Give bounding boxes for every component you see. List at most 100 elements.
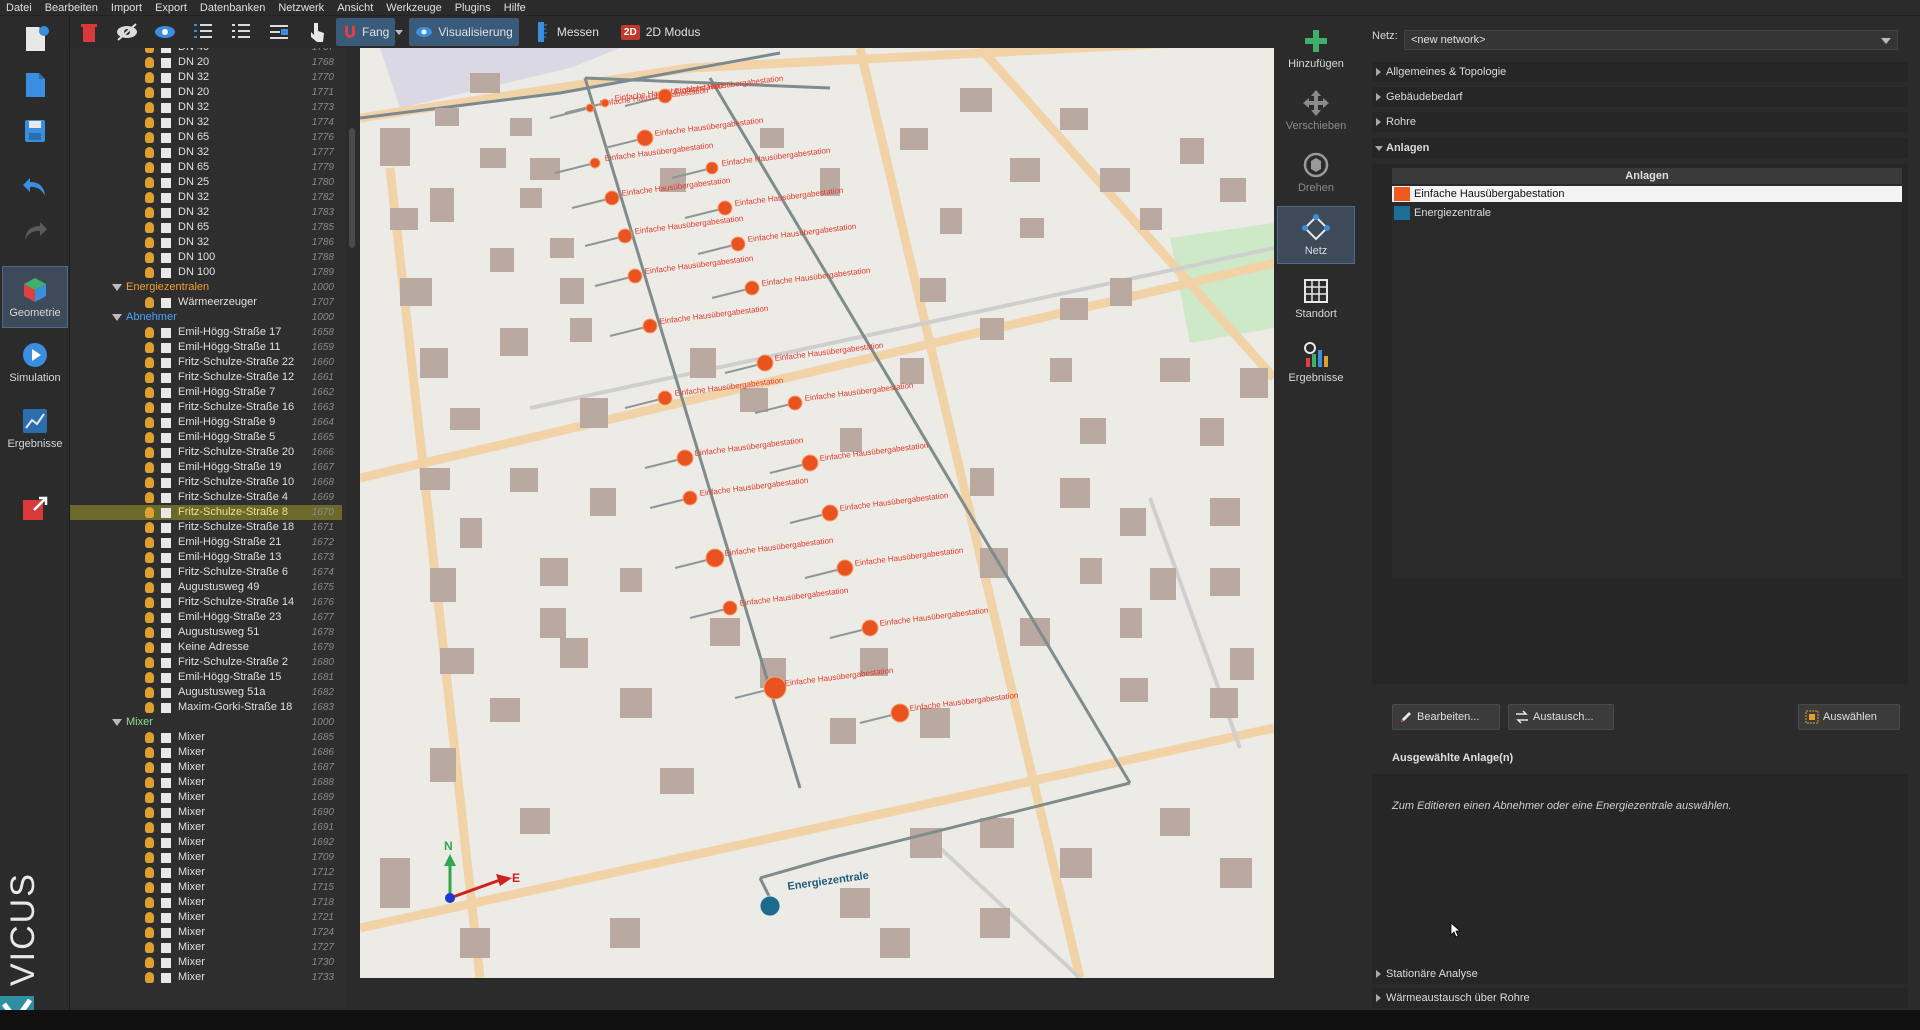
lightbulb-icon[interactable] (145, 552, 154, 563)
lightbulb-icon[interactable] (145, 522, 154, 533)
visibility-checkbox[interactable] (161, 793, 171, 803)
snap-toggle[interactable]: Fang (336, 18, 396, 46)
visibility-checkbox[interactable] (161, 733, 171, 743)
visibility-checkbox[interactable] (161, 508, 171, 518)
map-viewport[interactable]: Einfache Hausübergabestation Einfache Hau… (360, 48, 1274, 978)
tree-item[interactable]: Mixer 1721 (70, 910, 342, 925)
station-marker[interactable] (705, 548, 725, 568)
lightbulb-icon[interactable] (145, 402, 154, 413)
menu-item[interactable]: Netzwerk (278, 0, 324, 15)
station-marker[interactable] (787, 395, 803, 411)
tree-item[interactable]: Mixer 1686 (70, 745, 342, 760)
tree-item[interactable]: Augustusweg 51 1678 (70, 625, 342, 640)
lightbulb-icon[interactable] (145, 747, 154, 758)
visibility-checkbox[interactable] (161, 448, 171, 458)
lightbulb-icon[interactable] (145, 792, 154, 803)
visibility-checkbox[interactable] (161, 568, 171, 578)
tree-item[interactable]: Emil-Högg-Straße 11 1659 (70, 340, 342, 355)
station-marker[interactable] (657, 88, 673, 104)
visibility-checkbox[interactable] (161, 943, 171, 953)
network-tree[interactable]: DN 40 1767 DN 20 1768 DN 32 1770 DN 20 1771 DN 3… (70, 48, 346, 1008)
location-button[interactable]: Standort (1277, 270, 1355, 328)
lightbulb-icon[interactable] (145, 432, 154, 443)
tree-item[interactable]: Mixer 1687 (70, 760, 342, 775)
visibility-checkbox[interactable] (161, 613, 171, 623)
tree-item[interactable]: Fritz-Schulze-Straße 8 1670 (70, 505, 342, 520)
station-marker[interactable] (636, 129, 654, 147)
tree-item[interactable]: Mixer 1718 (70, 895, 342, 910)
lightbulb-icon[interactable] (145, 687, 154, 698)
visibility-checkbox[interactable] (161, 358, 171, 368)
lightbulb-icon[interactable] (145, 642, 154, 653)
network-button[interactable]: Netz (1277, 206, 1355, 264)
simulation-button[interactable]: Simulation (2, 332, 68, 394)
select-all-icon[interactable] (191, 20, 215, 44)
measure-button[interactable]: Messen (529, 18, 605, 46)
lightbulb-icon[interactable] (145, 207, 154, 218)
rotate-button[interactable]: Drehen (1277, 144, 1355, 202)
visibility-checkbox[interactable] (161, 838, 171, 848)
visibility-checkbox[interactable] (161, 48, 171, 53)
lightbulb-icon[interactable] (145, 972, 154, 983)
visibility-checkbox[interactable] (161, 883, 171, 893)
lightbulb-icon[interactable] (145, 597, 154, 608)
tree-item[interactable]: Keine Adresse 1679 (70, 640, 342, 655)
tree-item[interactable]: Mixer 1690 (70, 805, 342, 820)
lightbulb-icon[interactable] (145, 147, 154, 158)
new-file-icon[interactable] (20, 24, 50, 54)
visibility-checkbox[interactable] (161, 538, 171, 548)
section-plants[interactable]: Anlagen (1372, 138, 1908, 158)
tree-item[interactable]: Emil-Högg-Straße 19 1667 (70, 460, 342, 475)
lightbulb-icon[interactable] (145, 912, 154, 923)
lightbulb-icon[interactable] (145, 252, 154, 263)
hide-icon[interactable] (115, 20, 139, 44)
lightbulb-icon[interactable] (145, 132, 154, 143)
exchange-button[interactable]: Austausch... (1508, 704, 1614, 730)
tree-item[interactable]: Emil-Högg-Straße 23 1677 (70, 610, 342, 625)
network-select[interactable]: <new network> (1404, 30, 1898, 50)
visibility-checkbox[interactable] (161, 373, 171, 383)
add-button[interactable]: Hinzufügen (1277, 20, 1355, 78)
tree-item[interactable]: Fritz-Schulze-Straße 16 1663 (70, 400, 342, 415)
tree-item[interactable]: Fritz-Schulze-Straße 2 1680 (70, 655, 342, 670)
station-marker[interactable] (705, 161, 719, 175)
tree-item[interactable]: DN 20 1768 (70, 55, 342, 70)
lightbulb-icon[interactable] (145, 297, 154, 308)
lightbulb-icon[interactable] (145, 612, 154, 623)
menu-item[interactable]: Werkzeuge (386, 0, 441, 15)
tree-item[interactable]: Augustusweg 51a 1682 (70, 685, 342, 700)
station-marker[interactable] (890, 703, 910, 723)
tree-group[interactable]: Energiezentralen 1000 (70, 280, 342, 295)
lightbulb-icon[interactable] (145, 327, 154, 338)
tree-item[interactable]: DN 100 1788 (70, 250, 342, 265)
lightbulb-icon[interactable] (145, 582, 154, 593)
tree-item[interactable]: Fritz-Schulze-Straße 4 1669 (70, 490, 342, 505)
menu-item[interactable]: Export (155, 0, 187, 15)
visibility-checkbox[interactable] (161, 133, 171, 143)
visibility-checkbox[interactable] (161, 328, 171, 338)
tree-item[interactable]: DN 65 1779 (70, 160, 342, 175)
visibility-checkbox[interactable] (161, 808, 171, 818)
tree-item[interactable]: Mixer 1727 (70, 940, 342, 955)
visibility-checkbox[interactable] (161, 58, 171, 68)
visibility-checkbox[interactable] (161, 658, 171, 668)
tree-item[interactable]: DN 40 1767 (70, 48, 342, 55)
edit-button[interactable]: Bearbeiten... (1392, 704, 1500, 730)
tree-item[interactable]: Mixer 1712 (70, 865, 342, 880)
station-marker[interactable] (821, 504, 839, 522)
station-marker[interactable] (682, 490, 698, 506)
menu-item[interactable]: Hilfe (504, 0, 526, 15)
lightbulb-icon[interactable] (145, 492, 154, 503)
menu-item[interactable]: Ansicht (337, 0, 373, 15)
visibility-checkbox[interactable] (161, 388, 171, 398)
visibility-checkbox[interactable] (161, 208, 171, 218)
station-marker[interactable] (756, 354, 774, 372)
visibility-checkbox[interactable] (161, 553, 171, 563)
visibility-checkbox[interactable] (161, 298, 171, 308)
results-tool-button[interactable]: Ergebnisse (1277, 334, 1355, 392)
lightbulb-icon[interactable] (145, 882, 154, 893)
tree-item[interactable]: Mixer 1730 (70, 955, 342, 970)
visibility-checkbox[interactable] (161, 403, 171, 413)
section-heat-exchange[interactable]: Wärmeaustausch über Rohre (1372, 988, 1908, 1008)
tree-group[interactable]: Abnehmer 1000 (70, 310, 342, 325)
